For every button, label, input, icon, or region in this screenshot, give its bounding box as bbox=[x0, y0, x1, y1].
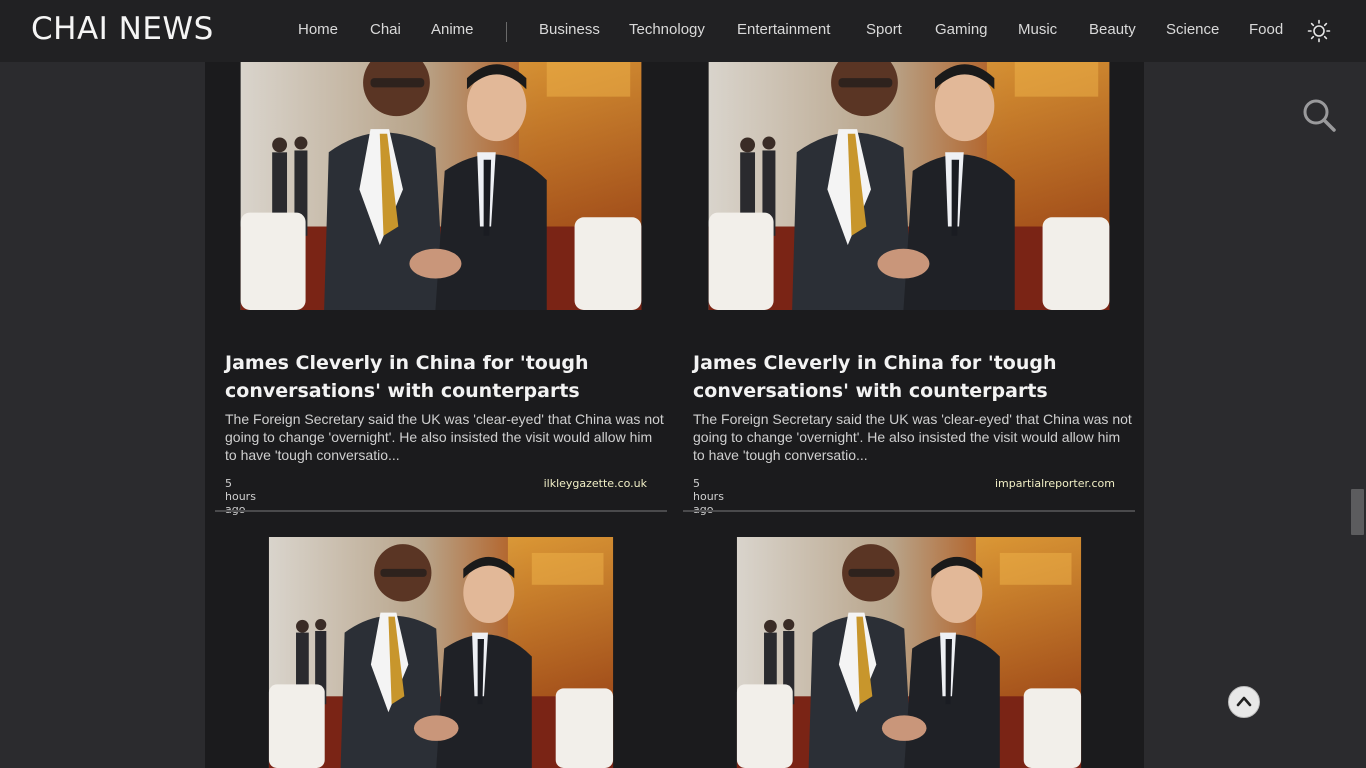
scroll-to-top-button[interactable] bbox=[1228, 686, 1260, 718]
nav-item-music[interactable]: Music bbox=[1018, 21, 1057, 38]
nav-item-technology[interactable]: Technology bbox=[629, 21, 705, 38]
scrollbar-thumb[interactable] bbox=[1351, 489, 1364, 535]
article-thumbnail[interactable] bbox=[693, 62, 1125, 331]
chevron-up-icon bbox=[1236, 696, 1252, 707]
article-thumbnail[interactable] bbox=[225, 62, 657, 331]
article-thumbnail[interactable] bbox=[225, 537, 657, 768]
top-navigation-bar: CHAI NEWS Home Chai Anime Business Techn… bbox=[0, 0, 1366, 62]
nav-item-food[interactable]: Food bbox=[1249, 21, 1283, 38]
card-divider bbox=[215, 510, 667, 512]
card-divider bbox=[683, 510, 1135, 512]
article-description: The Foreign Secretary said the UK was 'c… bbox=[225, 411, 664, 463]
article-thumbnail[interactable] bbox=[693, 537, 1125, 768]
main-nav: Home Chai Anime Business Technology Ente… bbox=[0, 0, 1366, 62]
page-scrollbar[interactable] bbox=[1349, 0, 1366, 768]
article-title[interactable]: James Cleverly in China for 'tough conve… bbox=[225, 349, 665, 405]
nav-item-business[interactable]: Business bbox=[539, 21, 600, 38]
nav-item-beauty[interactable]: Beauty bbox=[1089, 21, 1136, 38]
nav-item-entertainment[interactable]: Entertainment bbox=[737, 21, 830, 38]
nav-divider bbox=[506, 22, 507, 42]
nav-item-science[interactable]: Science bbox=[1166, 21, 1219, 38]
article-source-link[interactable]: impartialreporter.com bbox=[915, 477, 1115, 490]
article-title[interactable]: James Cleverly in China for 'tough conve… bbox=[693, 349, 1133, 405]
nav-item-chai[interactable]: Chai bbox=[370, 21, 401, 38]
nav-item-gaming[interactable]: Gaming bbox=[935, 21, 988, 38]
nav-item-sport[interactable]: Sport bbox=[866, 21, 902, 38]
article-description: The Foreign Secretary said the UK was 'c… bbox=[693, 411, 1132, 463]
article-source-link[interactable]: ilkleygazette.co.uk bbox=[447, 477, 647, 490]
search-icon[interactable] bbox=[1301, 97, 1337, 133]
nav-item-home[interactable]: Home bbox=[298, 21, 338, 38]
nav-item-anime[interactable]: Anime bbox=[431, 21, 474, 38]
sun-icon[interactable] bbox=[1307, 19, 1331, 43]
